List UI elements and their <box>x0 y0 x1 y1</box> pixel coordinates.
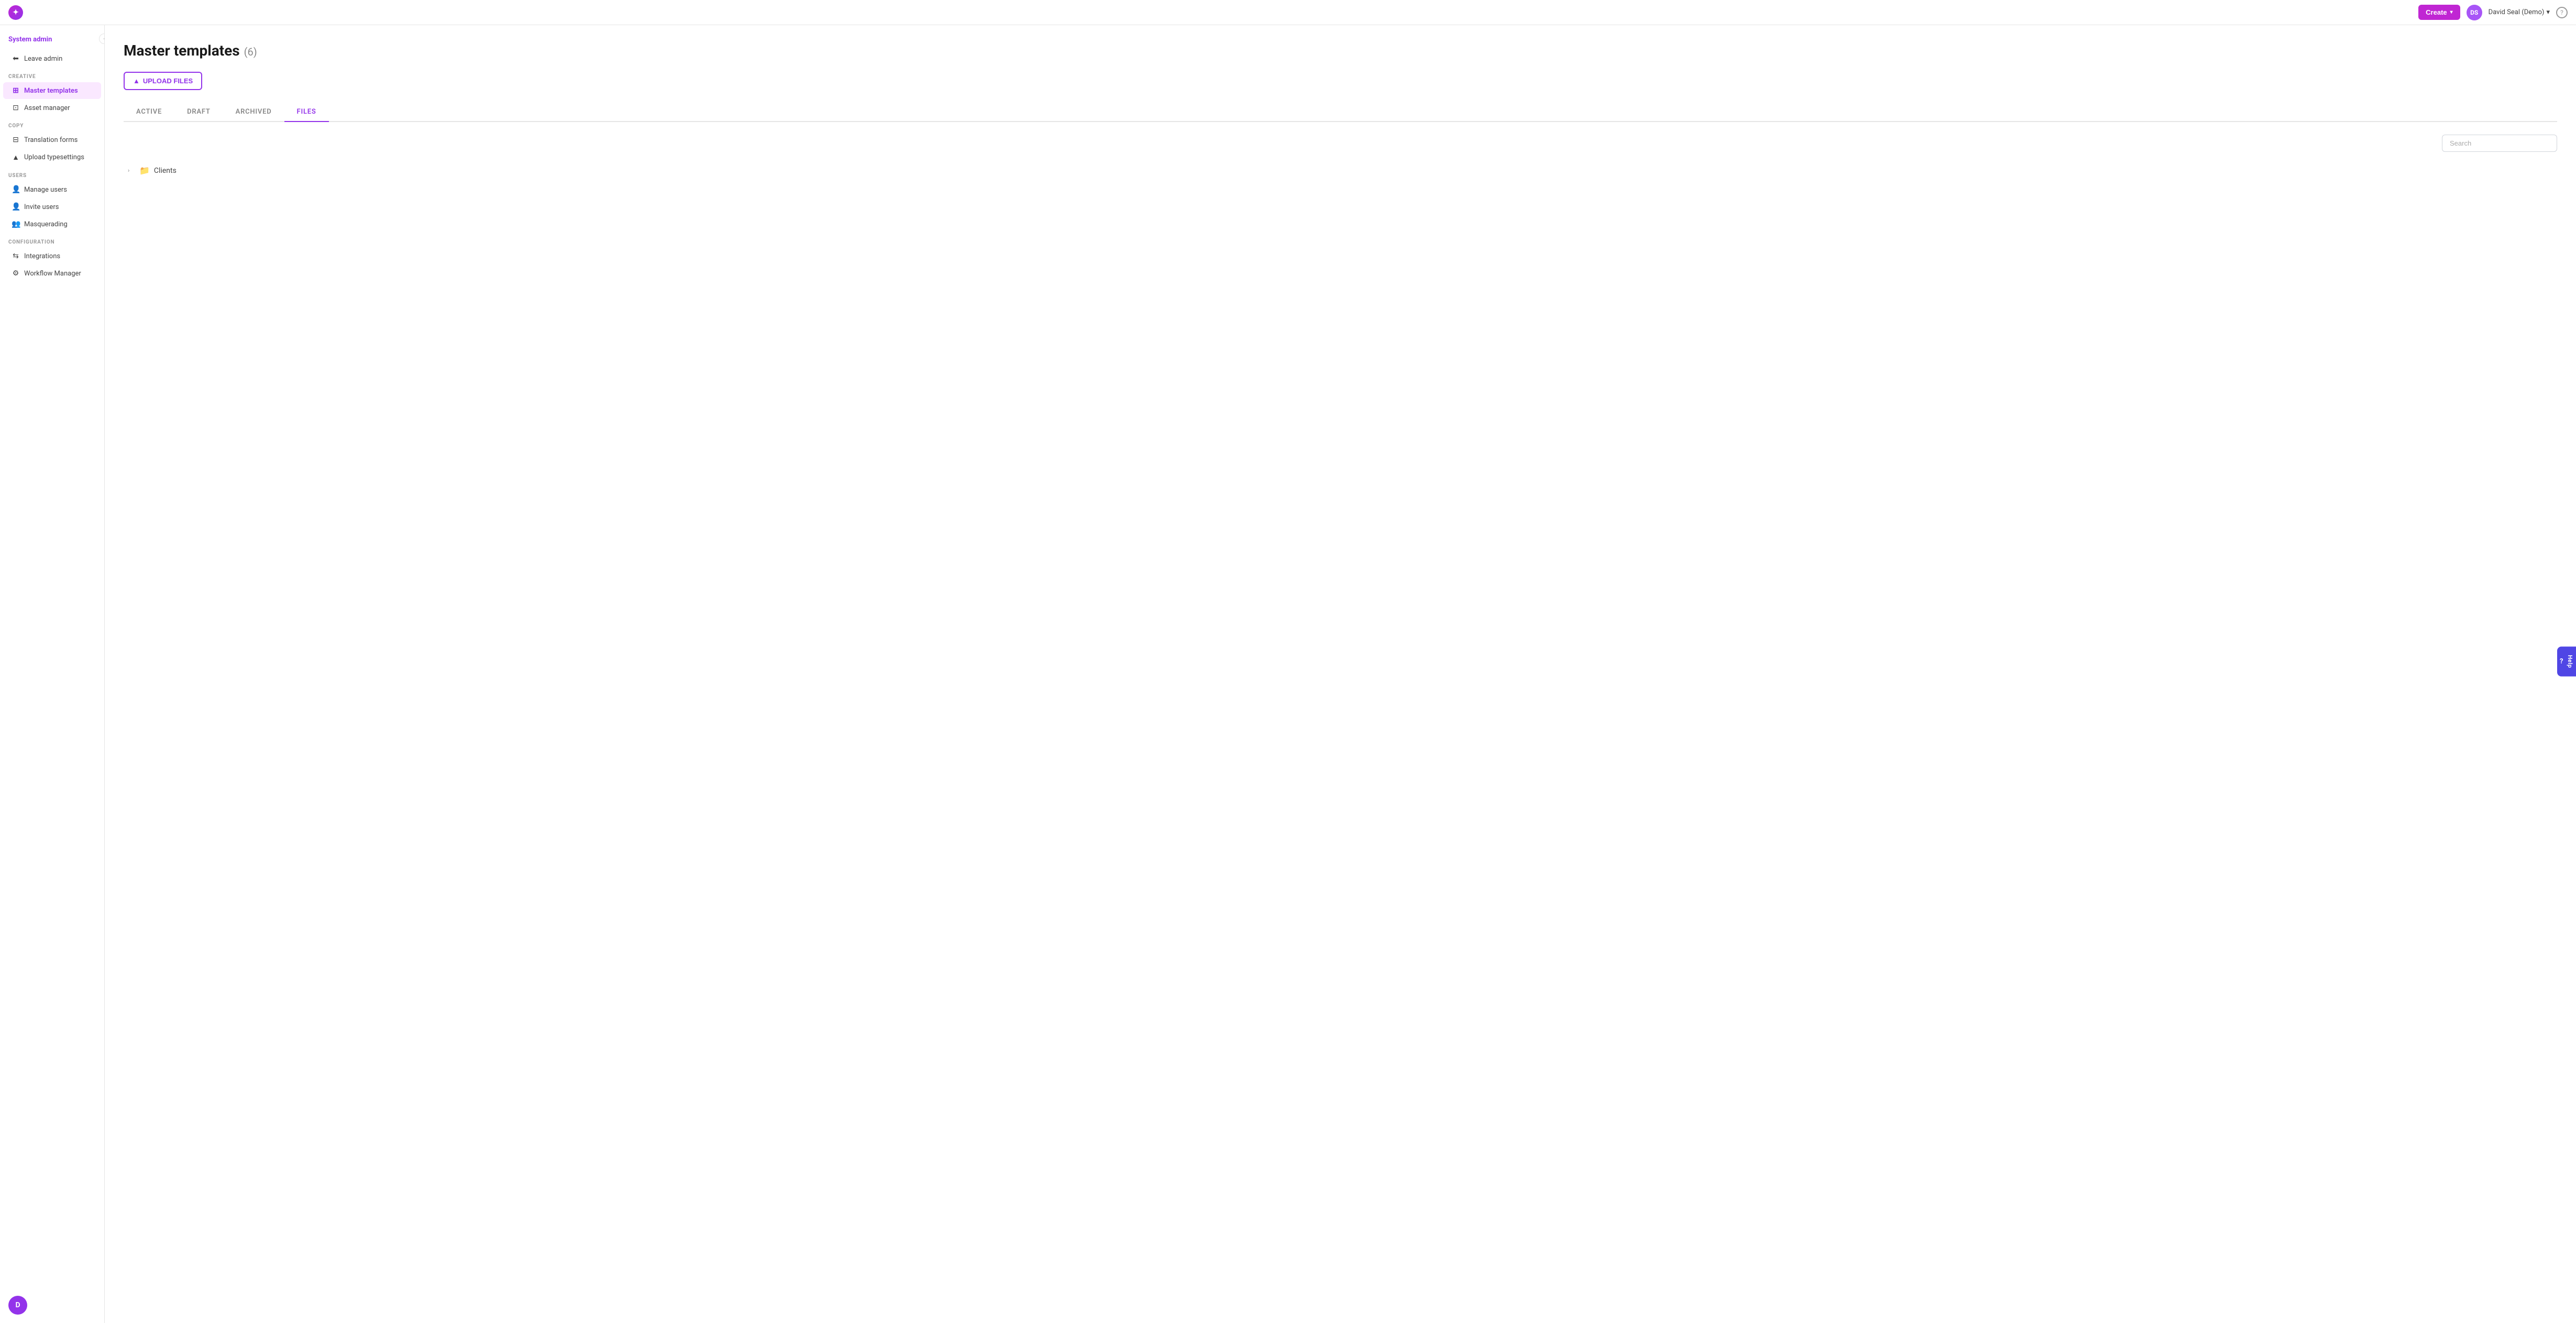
create-chevron-icon: ▾ <box>2450 9 2453 15</box>
user-avatar: DS <box>2467 5 2482 20</box>
sidebar-item-upload-typesettings[interactable]: ▲ Upload typesettings <box>3 149 101 166</box>
sidebar-item-master-templates[interactable]: ⊞ Master templates <box>3 82 101 99</box>
sidebar: ‹ System admin ⬅ Leave admin Creative ⊞ … <box>0 25 105 1323</box>
bottom-user-avatar[interactable]: D <box>8 1296 27 1315</box>
master-templates-icon: ⊞ <box>12 86 20 95</box>
tab-draft[interactable]: DRAFT <box>174 103 223 122</box>
masquerading-icon: 👥 <box>12 220 20 228</box>
sidebar-section-copy: Copy <box>0 117 104 131</box>
page-header: Master templates (6) <box>124 42 2557 59</box>
leave-admin-icon: ⬅ <box>12 54 20 63</box>
sidebar-item-leave-admin[interactable]: ⬅ Leave admin <box>3 50 101 67</box>
folder-icon: 📁 <box>139 166 150 175</box>
tab-files[interactable]: FILES <box>284 103 329 122</box>
expand-chevron-icon: › <box>128 167 135 174</box>
system-admin-label: System admin <box>0 31 104 50</box>
sidebar-item-manage-users[interactable]: 👤 Manage users <box>3 181 101 198</box>
list-item[interactable]: › 📁 Clients <box>124 160 2557 181</box>
help-button-top[interactable]: ? <box>2556 7 2568 18</box>
integrations-icon: ⇆ <box>12 252 20 260</box>
tab-active[interactable]: ACTIVE <box>124 103 174 122</box>
topnav-right: Create ▾ DS David Seal (Demo) ▾ ? <box>2418 5 2568 20</box>
help-question-icon: ? <box>2560 657 2563 665</box>
create-button[interactable]: Create ▾ <box>2418 5 2460 20</box>
user-menu[interactable]: David Seal (Demo) ▾ <box>2489 8 2550 16</box>
sidebar-section-users: Users <box>0 167 104 181</box>
tab-bar: ACTIVE DRAFT ARCHIVED FILES <box>124 103 2557 122</box>
translation-forms-icon: ⊟ <box>12 136 20 144</box>
upload-icon: ▲ <box>133 77 140 85</box>
user-chevron-icon: ▾ <box>2546 8 2550 16</box>
sidebar-item-translation-forms[interactable]: ⊟ Translation forms <box>3 131 101 148</box>
help-panel-button[interactable]: Help ? <box>2557 646 2576 676</box>
top-navigation: ✦ Create ▾ DS David Seal (Demo) ▾ ? <box>0 0 2576 25</box>
search-input[interactable] <box>2442 135 2557 152</box>
upload-files-button[interactable]: ▲ UPLOAD FILES <box>124 72 202 90</box>
tab-archived[interactable]: ARCHIVED <box>223 103 284 122</box>
sidebar-section-configuration: Configuration <box>0 233 104 247</box>
main-content: Master templates (6) ▲ UPLOAD FILES ACTI… <box>105 25 2576 1323</box>
app-layout: ‹ System admin ⬅ Leave admin Creative ⊞ … <box>0 25 2576 1323</box>
search-row <box>124 135 2557 152</box>
sidebar-item-asset-manager[interactable]: ⊡ Asset manager <box>3 100 101 116</box>
sidebar-item-invite-users[interactable]: 👤 Invite users <box>3 199 101 215</box>
file-tree: › 📁 Clients <box>124 160 2557 181</box>
sidebar-item-workflow-manager[interactable]: ⚙ Workflow Manager <box>3 265 101 282</box>
sidebar-item-integrations[interactable]: ⇆ Integrations <box>3 248 101 264</box>
app-logo[interactable]: ✦ <box>8 5 23 20</box>
folder-name: Clients <box>154 167 177 175</box>
sidebar-section-creative: Creative <box>0 68 104 82</box>
page-title: Master templates <box>124 42 240 59</box>
manage-users-icon: 👤 <box>12 185 20 194</box>
invite-users-icon: 👤 <box>12 203 20 211</box>
upload-typesettings-icon: ▲ <box>12 153 20 162</box>
workflow-manager-icon: ⚙ <box>12 269 20 278</box>
asset-manager-icon: ⊡ <box>12 104 20 112</box>
sidebar-item-masquerading[interactable]: 👥 Masquerading <box>3 216 101 233</box>
page-count: (6) <box>244 46 257 58</box>
